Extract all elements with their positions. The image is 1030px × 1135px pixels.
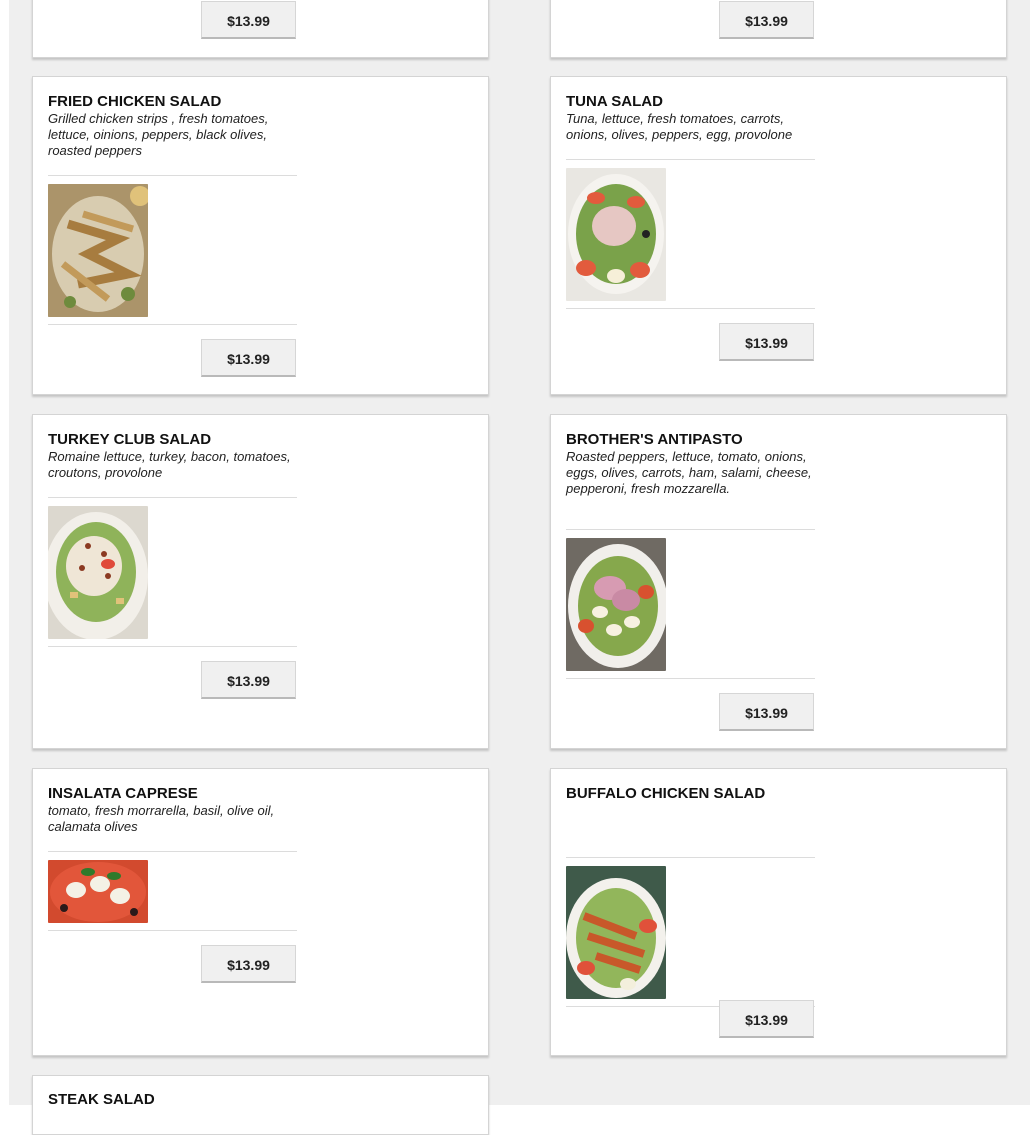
divider (566, 159, 815, 160)
menu-item-name: BUFFALO CHICKEN SALAD (566, 785, 766, 802)
menu-item-card-insalata-caprese[interactable]: INSALATA CAPRESE tomato, fresh morrarell… (32, 768, 489, 1056)
salad-photo-icon[interactable] (566, 168, 666, 301)
menu-item-card-fried-chicken-salad[interactable]: FRIED CHICKEN SALAD Grilled chicken stri… (32, 76, 489, 395)
divider (566, 857, 815, 858)
menu-item-card-steak-salad[interactable]: STEAK SALAD (32, 1075, 489, 1135)
divider (48, 175, 297, 176)
salad-photo-icon[interactable] (48, 184, 148, 317)
menu-item-description (566, 803, 815, 835)
menu-item-name: TUNA SALAD (566, 93, 663, 110)
divider (566, 308, 815, 309)
divider (48, 646, 297, 647)
menu-item-name: TURKEY CLUB SALAD (48, 431, 212, 448)
menu-item-card-top-right: $13.99 (550, 0, 1007, 58)
menu-item-name: STEAK SALAD (48, 1091, 155, 1108)
menu-item-description: tomato, fresh morrarella, basil, olive o… (48, 803, 275, 834)
salad-photo-icon[interactable] (566, 538, 666, 671)
divider (48, 851, 297, 852)
menu-item-card-buffalo-chicken-salad[interactable]: BUFFALO CHICKEN SALAD $13.99 (550, 768, 1007, 1056)
menu-item-description: Roasted peppers, lettuce, tomato, onions… (566, 449, 812, 496)
add-to-cart-price-button[interactable]: $13.99 (719, 1000, 814, 1038)
menu-item-name: FRIED CHICKEN SALAD (48, 93, 222, 110)
menu-item-card-top-left: $13.99 (32, 0, 489, 58)
salad-photo-icon[interactable] (566, 866, 666, 999)
menu-item-card-tuna-salad[interactable]: TUNA SALAD Tuna, lettuce, fresh tomatoes… (550, 76, 1007, 395)
menu-item-name: BROTHER'S ANTIPASTO (566, 431, 743, 448)
divider (48, 497, 297, 498)
add-to-cart-price-button[interactable]: $13.99 (201, 1, 296, 39)
add-to-cart-price-button[interactable]: $13.99 (201, 339, 296, 377)
salad-photo-icon[interactable] (48, 860, 148, 923)
add-to-cart-price-button[interactable]: $13.99 (201, 661, 296, 699)
menu-item-card-turkey-club-salad[interactable]: TURKEY CLUB SALAD Romaine lettuce, turke… (32, 414, 489, 749)
divider (48, 930, 297, 931)
add-to-cart-price-button[interactable]: $13.99 (719, 1, 814, 39)
add-to-cart-price-button[interactable]: $13.99 (719, 693, 814, 731)
menu-item-description: Tuna, lettuce, fresh tomatoes, carrots, … (566, 111, 793, 142)
menu-item-description: Grilled chicken strips , fresh tomatoes,… (48, 111, 269, 158)
salad-photo-icon[interactable] (48, 506, 148, 639)
menu-item-name: INSALATA CAPRESE (48, 785, 198, 802)
divider (566, 529, 815, 530)
menu-item-card-brothers-antipasto[interactable]: BROTHER'S ANTIPASTO Roasted peppers, let… (550, 414, 1007, 749)
add-to-cart-price-button[interactable]: $13.99 (719, 323, 814, 361)
divider (48, 324, 297, 325)
add-to-cart-price-button[interactable]: $13.99 (201, 945, 296, 983)
menu-item-description: Romaine lettuce, turkey, bacon, tomatoes… (48, 449, 291, 480)
divider (566, 678, 815, 679)
